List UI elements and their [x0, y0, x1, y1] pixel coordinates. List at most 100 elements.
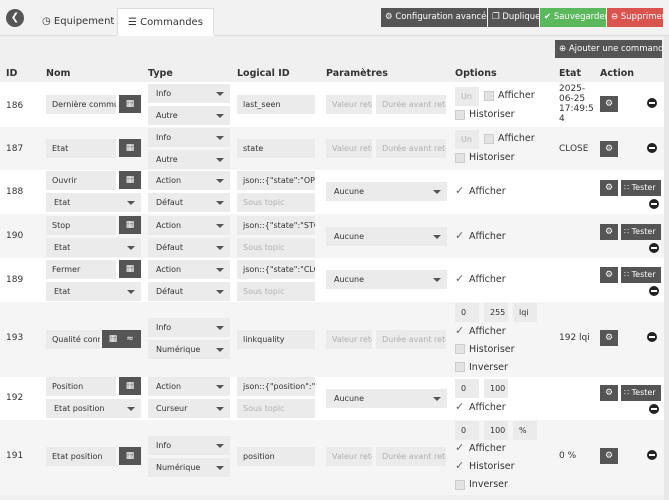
remove-icon[interactable]	[649, 243, 659, 253]
type-select[interactable]: Info	[148, 318, 230, 337]
linked-info-select[interactable]: Etat	[46, 238, 141, 257]
logical-id-input[interactable]: linkquality	[237, 330, 315, 349]
return-value-input[interactable]: Valeur retour	[326, 139, 372, 158]
return-value-input[interactable]: Valeur retour	[326, 447, 372, 466]
duplicate-button[interactable]: ❐ Dupliquer	[488, 8, 544, 27]
subtype-select[interactable]: Numérique	[148, 340, 230, 359]
remove-icon[interactable]	[647, 98, 657, 108]
remove-icon[interactable]	[649, 404, 659, 414]
inverser-checkbox[interactable]	[455, 480, 465, 490]
delete-button[interactable]: ⊖ Supprimer	[607, 8, 665, 27]
gear-icon[interactable]: ⚙	[600, 96, 618, 112]
remove-icon[interactable]	[649, 199, 659, 209]
test-button[interactable]: ∷ Tester	[621, 180, 661, 196]
type-select[interactable]: Info	[148, 436, 230, 455]
name-input[interactable]: Dernière commu	[46, 95, 116, 114]
param-select[interactable]: Aucune	[326, 270, 447, 289]
max-input[interactable]: 255	[484, 303, 508, 322]
checkmark-icon[interactable]: ✓	[455, 184, 464, 197]
test-button[interactable]: ∷ Tester	[621, 385, 661, 401]
param-select[interactable]: Aucune	[326, 227, 447, 246]
linked-info-select[interactable]: Etat	[46, 282, 141, 301]
scrollbar[interactable]	[664, 36, 669, 500]
name-input[interactable]: Position	[46, 377, 116, 396]
generic-type-icon[interactable]: ▦	[119, 139, 141, 157]
logical-id-input[interactable]: last_seen	[237, 95, 315, 114]
afficher-checkbox[interactable]	[484, 91, 494, 101]
name-input[interactable]: Ouvrir	[46, 171, 116, 190]
checkmark-icon[interactable]: ✓	[455, 400, 464, 413]
sub-topic-input[interactable]: Sous topic	[237, 399, 315, 418]
remove-icon[interactable]	[647, 143, 657, 153]
type-select[interactable]: Action	[148, 171, 230, 190]
test-button[interactable]: ∷ Tester	[621, 267, 661, 283]
gear-icon[interactable]: ⚙	[600, 448, 618, 464]
gear-icon[interactable]: ⚙	[600, 180, 618, 196]
type-select[interactable]: Action	[148, 260, 230, 279]
name-input[interactable]: Etat	[46, 139, 116, 158]
subtype-select[interactable]: Défaut	[148, 193, 230, 212]
linked-info-select[interactable]: Etat	[46, 193, 141, 212]
logical-id-input[interactable]: position	[237, 447, 315, 466]
generic-type-icon[interactable]: ▦	[119, 171, 141, 189]
return-value-input[interactable]: Valeur retour	[326, 330, 372, 349]
param-select[interactable]: Aucune	[326, 182, 447, 201]
sub-topic-input[interactable]: Sous topic	[237, 238, 315, 257]
min-input[interactable]: 0	[455, 379, 479, 398]
max-input[interactable]: 100	[484, 379, 508, 398]
remove-icon[interactable]	[647, 332, 657, 342]
unit-input[interactable]: Un	[455, 130, 479, 149]
logical-id-input[interactable]: json::{"position":"#	[237, 377, 315, 396]
generic-type-icon[interactable]: ▦	[119, 447, 141, 465]
generic-type-icon[interactable]: ▦	[119, 95, 141, 113]
unit-input[interactable]: lqi	[513, 303, 537, 322]
checkmark-icon[interactable]: ✓	[455, 229, 464, 242]
checkmark-icon[interactable]: ✓	[455, 324, 464, 337]
subtype-select[interactable]: Autre	[148, 150, 230, 169]
return-delay-input[interactable]: Durée avant retour	[376, 330, 446, 349]
gear-icon[interactable]: ⚙	[600, 330, 618, 346]
type-select[interactable]: Info	[148, 84, 230, 103]
min-input[interactable]: 0	[455, 421, 479, 440]
return-delay-input[interactable]: Durée avant retour	[376, 95, 446, 114]
tab-equipement[interactable]: ◷ Equipement	[32, 8, 124, 36]
wifi-icon[interactable]: ≈	[119, 330, 141, 348]
linked-info-select[interactable]: Etat position	[46, 399, 141, 418]
subtype-select[interactable]: Défaut	[148, 238, 230, 257]
advanced-config-button[interactable]: ⚙ Configuration avancée	[381, 8, 492, 27]
inverser-checkbox[interactable]	[455, 362, 465, 372]
min-input[interactable]: 0	[455, 303, 479, 322]
generic-type-icon[interactable]: ▦	[119, 216, 141, 234]
remove-icon[interactable]	[649, 286, 659, 296]
subtype-select[interactable]: Numérique	[148, 458, 230, 477]
historiser-checkbox[interactable]	[455, 344, 465, 354]
name-input[interactable]: Fermer	[46, 260, 116, 279]
return-delay-input[interactable]: Durée avant retour	[376, 139, 446, 158]
type-select[interactable]: Action	[148, 216, 230, 235]
subtype-select[interactable]: Curseur	[148, 399, 230, 418]
remove-icon[interactable]	[647, 450, 657, 460]
checkmark-icon[interactable]: ✓	[455, 441, 464, 454]
gear-icon[interactable]: ⚙	[600, 141, 618, 157]
historiser-checkbox[interactable]	[455, 153, 465, 163]
sub-topic-input[interactable]: Sous topic	[237, 282, 315, 301]
back-icon[interactable]: ❮	[6, 9, 24, 27]
logical-id-input[interactable]: state	[237, 139, 315, 158]
return-value-input[interactable]: Valeur retour	[326, 95, 372, 114]
unit-input[interactable]: %	[513, 421, 537, 440]
checkmark-icon[interactable]: ✓	[455, 272, 464, 285]
subtype-select[interactable]: Autre	[148, 106, 230, 125]
logical-id-input[interactable]: json::{"state":"CLO	[237, 260, 315, 279]
generic-type-icon[interactable]: ▦	[119, 260, 141, 278]
gear-icon[interactable]: ⚙	[600, 267, 618, 283]
save-button[interactable]: ✔ Sauvegarder	[540, 8, 608, 27]
gear-icon[interactable]: ⚙	[600, 385, 618, 401]
return-delay-input[interactable]: Durée avant retour	[376, 447, 446, 466]
add-command-button[interactable]: ⊕ Ajouter une commande	[555, 40, 669, 58]
name-input[interactable]: Qualité conn	[46, 330, 100, 349]
param-select[interactable]: Aucune	[326, 389, 447, 408]
name-input[interactable]: Etat position	[46, 447, 116, 466]
sub-topic-input[interactable]: Sous topic	[237, 193, 315, 212]
test-button[interactable]: ∷ Tester	[621, 224, 661, 240]
logical-id-input[interactable]: json::{"state":"STO	[237, 216, 315, 235]
